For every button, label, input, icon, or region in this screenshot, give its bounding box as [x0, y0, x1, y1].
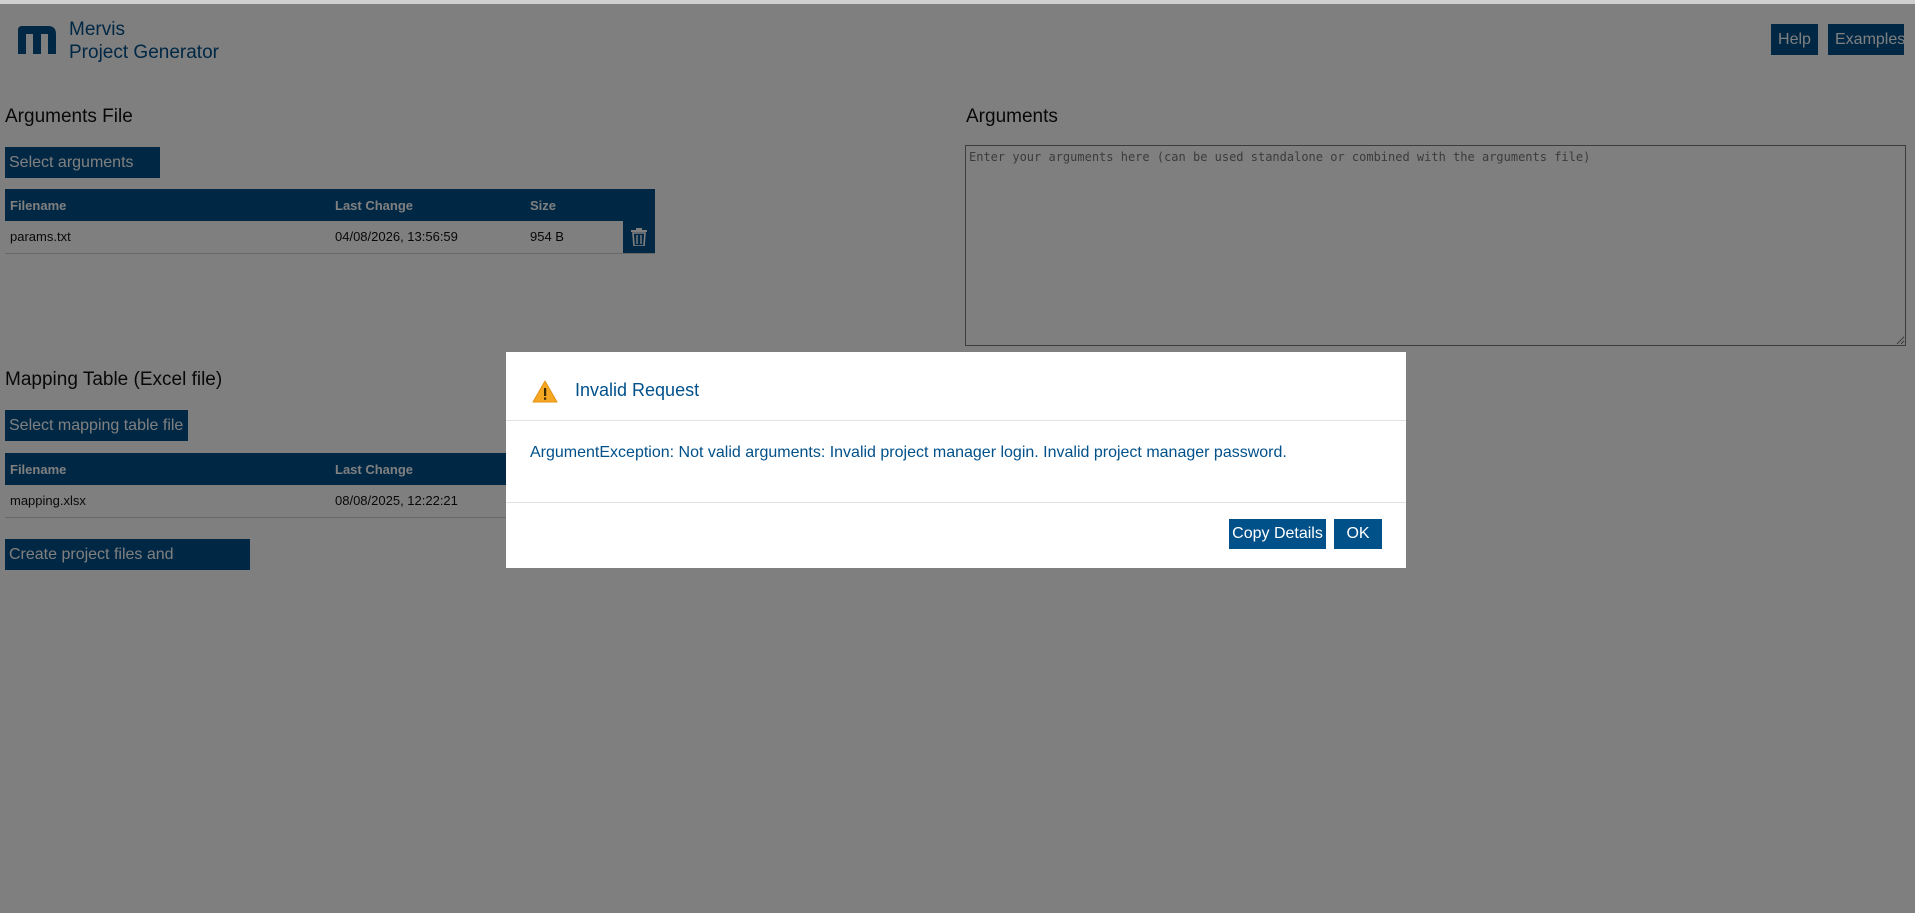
- ok-button[interactable]: OK: [1334, 519, 1382, 549]
- dialog-title: Invalid Request: [575, 380, 700, 400]
- app-page: Mervis Project Generator Help Examples A…: [0, 0, 1915, 913]
- warning-icon: [532, 380, 558, 403]
- invalid-request-dialog: Invalid Request ArgumentException: Not v…: [506, 352, 1406, 568]
- dialog-header: Invalid Request: [506, 352, 1406, 421]
- copy-details-button[interactable]: Copy Details: [1229, 519, 1326, 549]
- dialog-body: ArgumentException: Not valid arguments: …: [506, 421, 1406, 503]
- dialog-message: ArgumentException: Not valid arguments: …: [530, 444, 1287, 461]
